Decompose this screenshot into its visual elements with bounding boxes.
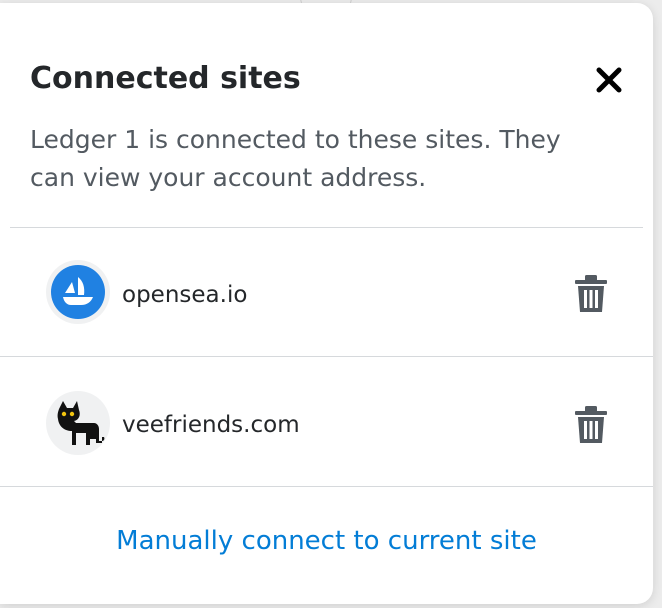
close-icon[interactable] bbox=[592, 63, 626, 97]
divider bbox=[0, 486, 653, 487]
list-item: veefriends.com bbox=[0, 357, 653, 485]
connected-sites-modal: Connected sites Ledger 1 is connected to… bbox=[0, 3, 653, 604]
modal-description: Ledger 1 is connected to these sites. Th… bbox=[30, 125, 561, 192]
site-name: opensea.io bbox=[122, 282, 248, 308]
veefriends-logo bbox=[46, 391, 110, 455]
trash-icon[interactable] bbox=[574, 275, 608, 313]
modal-title: Connected sites bbox=[30, 61, 301, 96]
manual-connect-link[interactable]: Manually connect to current site bbox=[0, 523, 653, 559]
trash-icon[interactable] bbox=[574, 406, 608, 444]
list-item: opensea.io bbox=[0, 228, 653, 356]
site-name: veefriends.com bbox=[122, 412, 300, 438]
opensea-logo bbox=[46, 260, 110, 324]
